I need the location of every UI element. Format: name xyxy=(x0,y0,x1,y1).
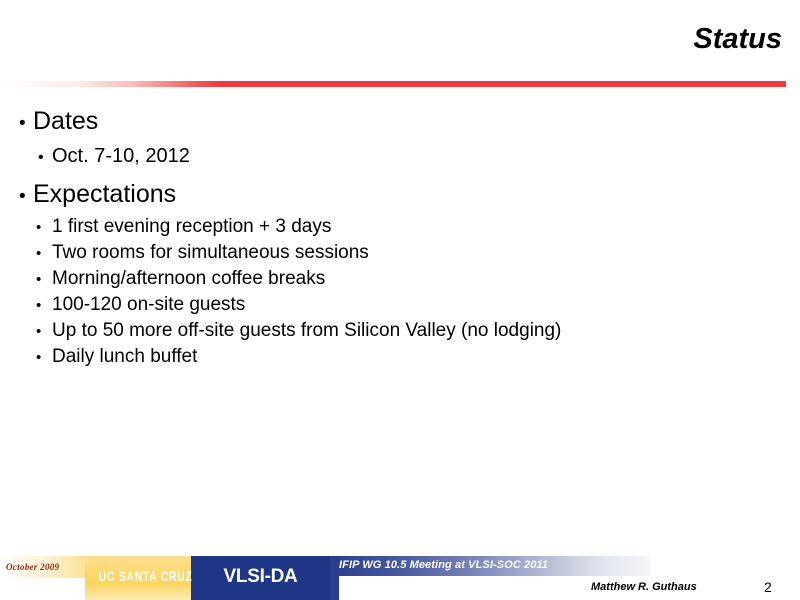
bullet-text: Up to 50 more off-site guests from Silic… xyxy=(52,320,562,341)
bullet-glyph-icon: • xyxy=(36,271,42,288)
bullet-glyph-icon: • xyxy=(36,349,42,366)
bullet-glyph-icon: • xyxy=(36,323,42,340)
bullet-item-level1: • Dates xyxy=(0,104,800,141)
bullet-text: Morning/afternoon coffee breaks xyxy=(52,268,326,289)
bullet-item-level3: • Two rooms for simultaneous sessions xyxy=(0,240,800,266)
bullet-item-level3: • 1 first evening reception + 3 days xyxy=(0,214,800,240)
bullet-text: Two rooms for simultaneous sessions xyxy=(52,242,369,263)
footer-date: October 2009 xyxy=(6,562,60,572)
bullet-item-level3: • Morning/afternoon coffee breaks xyxy=(0,266,800,292)
vlsida-logo-text: VLSI-DA xyxy=(223,566,298,587)
bullet-item-level3: • 100-120 on-site guests xyxy=(0,292,800,318)
bullet-glyph-icon: • xyxy=(19,186,26,207)
footer-author: Matthew R. Guthaus xyxy=(591,581,697,593)
page-number: 2 xyxy=(764,579,772,595)
bullet-glyph-icon: • xyxy=(19,113,26,134)
bullet-item-level3: • Up to 50 more off-site guests from Sil… xyxy=(0,318,800,344)
ucsc-logo-wordmark: UC SANTA CRUZ xyxy=(98,568,193,584)
bullet-glyph-icon: • xyxy=(38,149,44,166)
bullet-item-level2: • Oct. 7-10, 2012 xyxy=(0,141,800,173)
slide-footer: October 2009 UC SANTA CRUZ VLSI-DA IFIP … xyxy=(0,556,800,600)
bullet-text: Oct. 7-10, 2012 xyxy=(52,145,190,167)
bullet-item-level1: • Expectations xyxy=(0,177,800,214)
bullet-text: 100-120 on-site guests xyxy=(52,294,246,315)
meeting-banner-edge xyxy=(330,556,339,600)
meeting-banner-text: IFIP WG 10.5 Meeting at VLSI-SOC 2011 xyxy=(339,559,549,571)
slide-body: • Dates • Oct. 7-10, 2012 • Expectations… xyxy=(0,104,800,370)
bullet-text: 1 first evening reception + 3 days xyxy=(52,216,332,237)
title-divider-rule xyxy=(0,81,786,87)
bullet-glyph-icon: • xyxy=(36,297,42,314)
page-title: Status xyxy=(693,23,782,55)
bullet-item-level3: • Daily lunch buffet xyxy=(0,344,800,370)
bullet-glyph-icon: • xyxy=(36,245,42,262)
bullet-text: Daily lunch buffet xyxy=(52,346,198,367)
bullet-text: Dates xyxy=(33,107,99,135)
bullet-glyph-icon: • xyxy=(36,219,42,236)
bullet-text: Expectations xyxy=(33,180,177,208)
slide-canvas: Status • Dates • Oct. 7-10, 2012 • Expec… xyxy=(0,0,800,600)
